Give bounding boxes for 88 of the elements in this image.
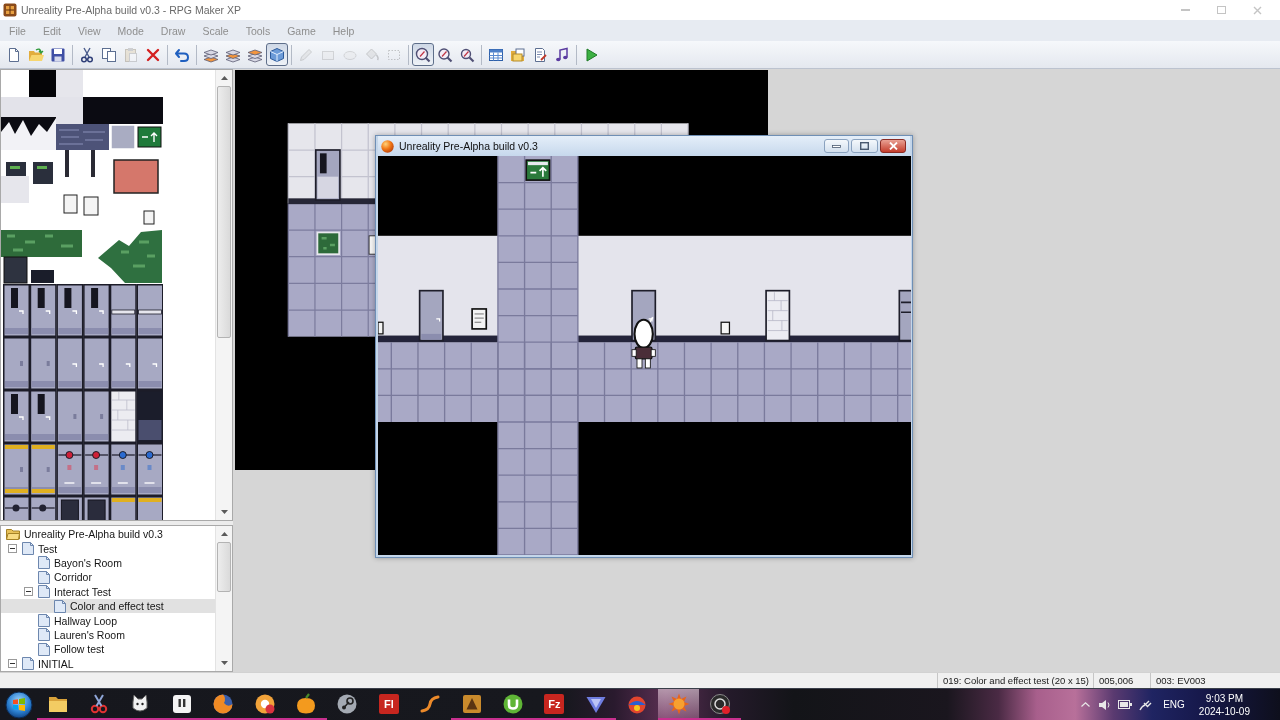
folder-icon [28,46,44,63]
zoom-button[interactable] [412,43,434,66]
bucket-icon [364,46,380,63]
close-icon [1252,5,1262,15]
tree-item[interactable]: Interact Test [1,584,215,599]
chevron-up-icon [1080,702,1090,707]
page-icon [6,46,22,63]
minimize-icon [832,144,841,148]
window-title: Unreality Pre-Alpha build v0.3 [399,140,538,152]
magnifier-icon [415,46,431,63]
speaker-icon [1098,698,1113,711]
scrollbar-thumb[interactable] [217,86,231,338]
round-logo-icon [502,692,524,715]
maximize-button[interactable] [851,139,878,153]
copy-icon [101,46,117,63]
game-tile-icon [460,692,483,715]
maximize-icon [1216,6,1226,14]
page-icon [38,556,50,570]
tree-item[interactable]: INITIAL [1,656,215,671]
page-icon [38,570,50,584]
magnifier-icon [437,46,453,63]
tree-item[interactable]: Color and effect test [1,598,215,614]
caret-up-icon [220,76,228,80]
scrollbar[interactable] [215,70,232,520]
scissors-icon [79,46,95,63]
scrollbar[interactable] [215,526,232,671]
caret-down-icon [220,510,228,514]
tree-item[interactable]: Follow test [1,642,215,657]
close-button[interactable] [880,139,906,153]
page-icon [54,599,66,613]
minus-box-icon[interactable] [8,659,17,669]
tree-item[interactable]: Unreality Pre-Alpha build v0.3 [1,527,215,542]
app-logo-tile: Fl [378,693,399,714]
minus-box-icon[interactable] [8,544,17,554]
app-logo-icon [3,3,17,17]
disc-icon [336,692,359,715]
language-indicator[interactable]: ENG [1163,699,1185,710]
minimize-button[interactable] [824,139,849,153]
page-icon [22,542,34,556]
tree-item[interactable]: Lauren's Room [1,627,215,643]
music-note-icon [554,46,570,63]
taskbar-app-button[interactable]: Fz [533,689,576,720]
ring-icon [253,692,276,715]
start-orb-icon [4,690,33,719]
layers-icon [225,46,241,63]
magnifier-icon [459,46,475,63]
caret-down-icon [220,661,228,665]
undo-icon [174,46,190,63]
maximize-icon [860,142,869,150]
events-layer-button[interactable] [266,43,288,66]
dial-icon [708,692,731,715]
orb-icon [381,139,394,153]
battery-icon [1118,700,1133,709]
globe-icon [212,692,235,715]
page-icon [22,657,34,671]
clock-time[interactable]: 9:03 PM [1205,691,1244,705]
page-icon [38,614,50,628]
caret-up-icon [220,532,228,536]
scrollbar-thumb[interactable] [217,542,231,592]
window-title: Unreality Pre-Alpha build v0.3 - RPG Maker XP [21,4,241,16]
tree-item[interactable]: Test [1,541,215,556]
taskbar-app-button[interactable] [657,689,700,720]
tree-item[interactable]: Corridor [1,570,215,585]
minimize-icon [1180,9,1190,11]
page-icon [38,585,50,599]
cube-icon [269,46,285,63]
clock-date[interactable]: 2024-10-09 [1198,704,1250,718]
layers-icon [247,46,263,63]
page-icon [38,628,50,642]
document-icon [532,46,548,63]
tree-item[interactable]: Bayon's Room [1,555,215,571]
app-logo-tile: Fz [544,693,565,714]
fruit-icon [295,692,318,715]
page-icon [38,642,50,656]
table-icon [488,46,504,63]
play-icon [583,46,599,63]
taskbar-app-button[interactable]: Fl [368,689,410,720]
rounded-square-icon [170,692,193,715]
clipboard-icon [123,46,139,63]
minus-box-icon[interactable] [24,587,33,597]
pencil-icon [298,46,314,63]
folder-icon [6,528,20,540]
folder-icon [510,46,526,63]
sun-icon [667,692,690,715]
layers-icon [203,46,219,63]
cross-icon [145,46,161,63]
tree-item[interactable]: Hallway Loop [1,613,215,628]
close-icon [888,142,898,150]
